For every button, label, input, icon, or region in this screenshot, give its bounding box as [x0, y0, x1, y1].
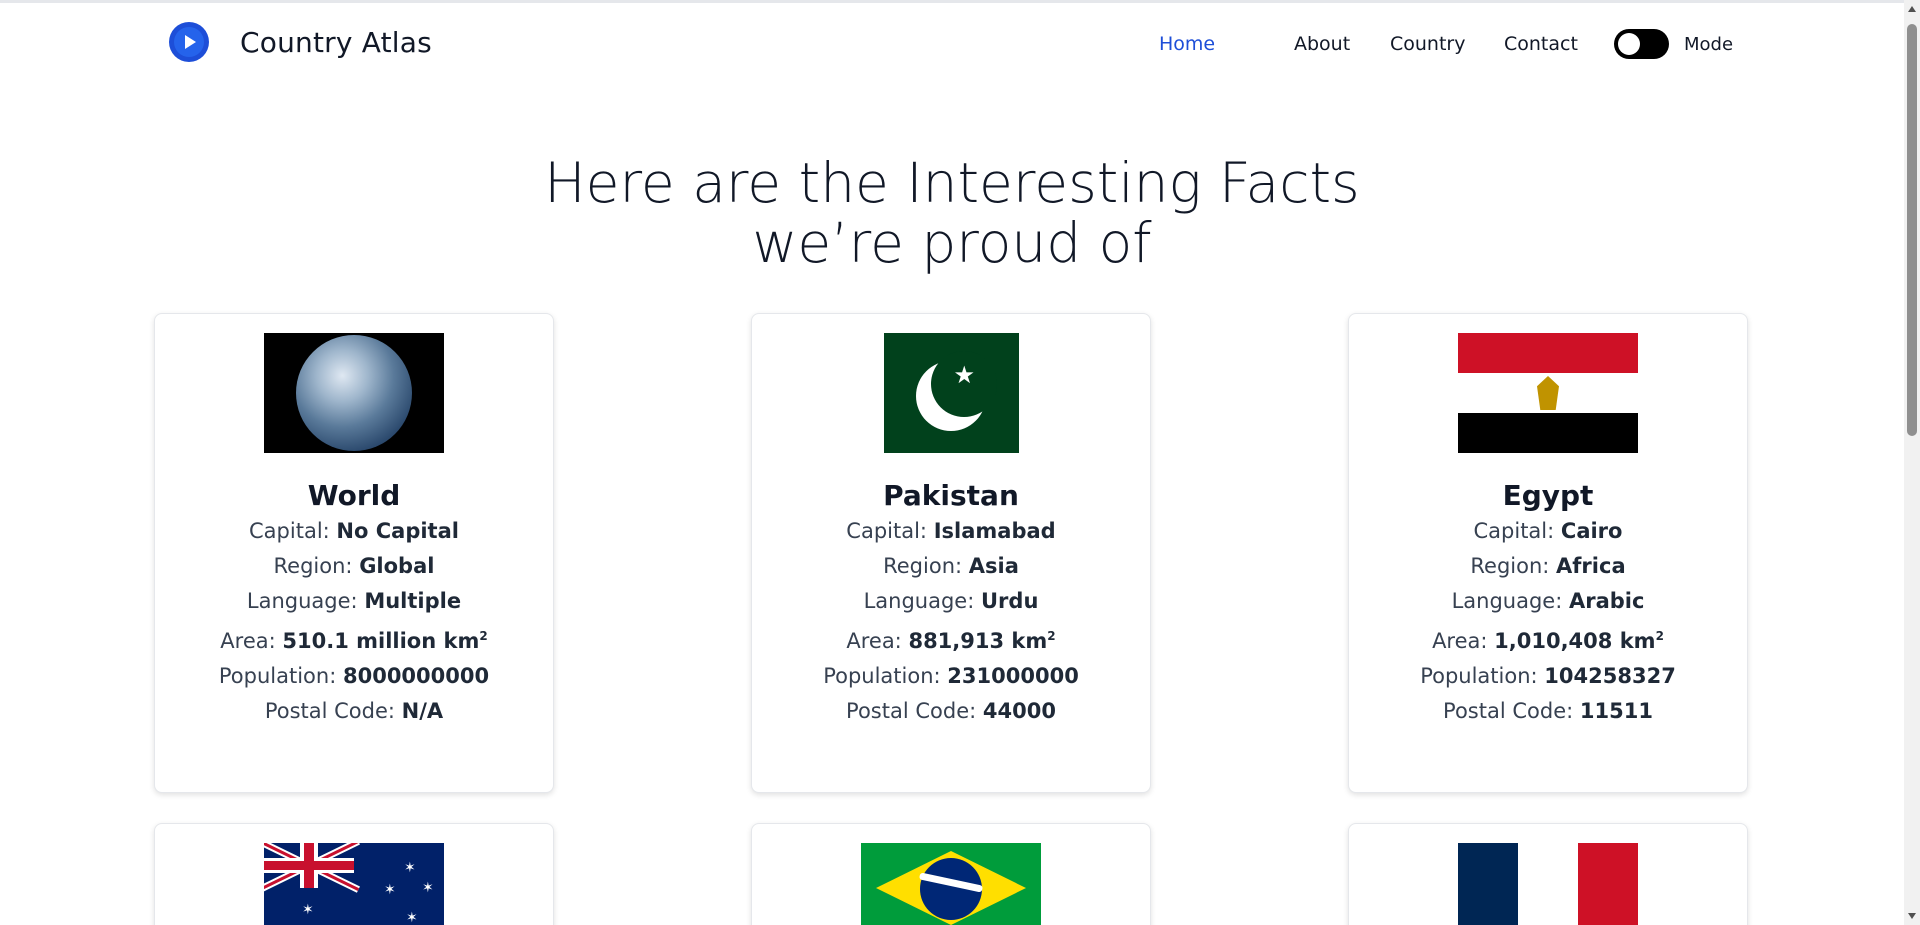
fact-postal-code: Postal Code: N/A [264, 699, 444, 723]
fact-area: Area: 510.1 million km2 [220, 629, 488, 653]
fact-region: Region: Asia [883, 554, 1019, 578]
brand[interactable]: Country Atlas [169, 22, 432, 62]
fact-population: Population: 231000000 [823, 664, 1079, 688]
fact-area: Area: 1,010,408 km2 [1432, 629, 1664, 653]
fact-language: Language: Multiple [246, 589, 462, 613]
country-card-world[interactable]: World Capital: No Capital Region: Global… [154, 313, 554, 793]
australia-flag-image: ✶ ✶ ✶ ✶ ✶ [264, 843, 444, 925]
nav-link-contact[interactable]: Contact [1504, 33, 1578, 55]
world-globe-image [264, 333, 444, 453]
vertical-scrollbar[interactable] [1904, 0, 1920, 925]
country-card-pakistan[interactable]: ★ Pakistan Capital: Islamabad Region: As… [751, 313, 1151, 793]
scroll-down-icon[interactable] [1908, 913, 1916, 919]
nav-link-about[interactable]: About [1294, 33, 1350, 55]
scroll-up-icon[interactable] [1908, 6, 1916, 12]
fact-language: Language: Urdu [863, 589, 1039, 613]
country-card-brazil[interactable] [751, 823, 1151, 925]
pakistan-flag-image: ★ [883, 333, 1019, 453]
hero-line-2: we’re proud of [752, 211, 1152, 275]
fact-region: Region: Africa [1470, 554, 1626, 578]
hero-line-1: Here are the Interesting Facts [544, 151, 1360, 215]
card-title: Egypt [1502, 479, 1594, 512]
fact-population: Population: 104258327 [1420, 664, 1676, 688]
card-title: World [307, 479, 401, 512]
nav-link-home[interactable]: Home [1159, 33, 1215, 55]
fact-area: Area: 881,913 km2 [846, 629, 1056, 653]
fact-capital: Capital: No Capital [249, 519, 459, 543]
fact-capital: Capital: Cairo [1473, 519, 1623, 543]
scrollbar-thumb[interactable] [1907, 24, 1917, 436]
egypt-flag-image [1458, 333, 1638, 453]
fact-capital: Capital: Islamabad [846, 519, 1056, 543]
play-circle-icon [169, 22, 209, 62]
navbar: Country Atlas Home About Country Contact… [0, 3, 1904, 83]
mode-label: Mode [1684, 34, 1734, 55]
fact-language: Language: Arabic [1451, 589, 1645, 613]
country-card-australia[interactable]: ✶ ✶ ✶ ✶ ✶ [154, 823, 554, 925]
fact-region: Region: Global [273, 554, 435, 578]
fact-population: Population: 8000000000 [218, 664, 490, 688]
country-card-france[interactable] [1348, 823, 1748, 925]
hero-heading: Here are the Interesting Facts we’re pro… [0, 153, 1904, 273]
toggle-knob [1618, 33, 1640, 55]
mode-toggle[interactable] [1614, 29, 1669, 59]
card-title: Pakistan [883, 479, 1019, 512]
country-card-egypt[interactable]: Egypt Capital: Cairo Region: Africa Lang… [1348, 313, 1748, 793]
nav-link-country[interactable]: Country [1390, 33, 1465, 55]
brazil-flag-image [861, 843, 1041, 925]
fact-postal-code: Postal Code: 11511 [1443, 699, 1653, 723]
brand-name: Country Atlas [240, 25, 432, 59]
fact-postal-code: Postal Code: 44000 [846, 699, 1056, 723]
france-flag-image [1458, 843, 1638, 925]
